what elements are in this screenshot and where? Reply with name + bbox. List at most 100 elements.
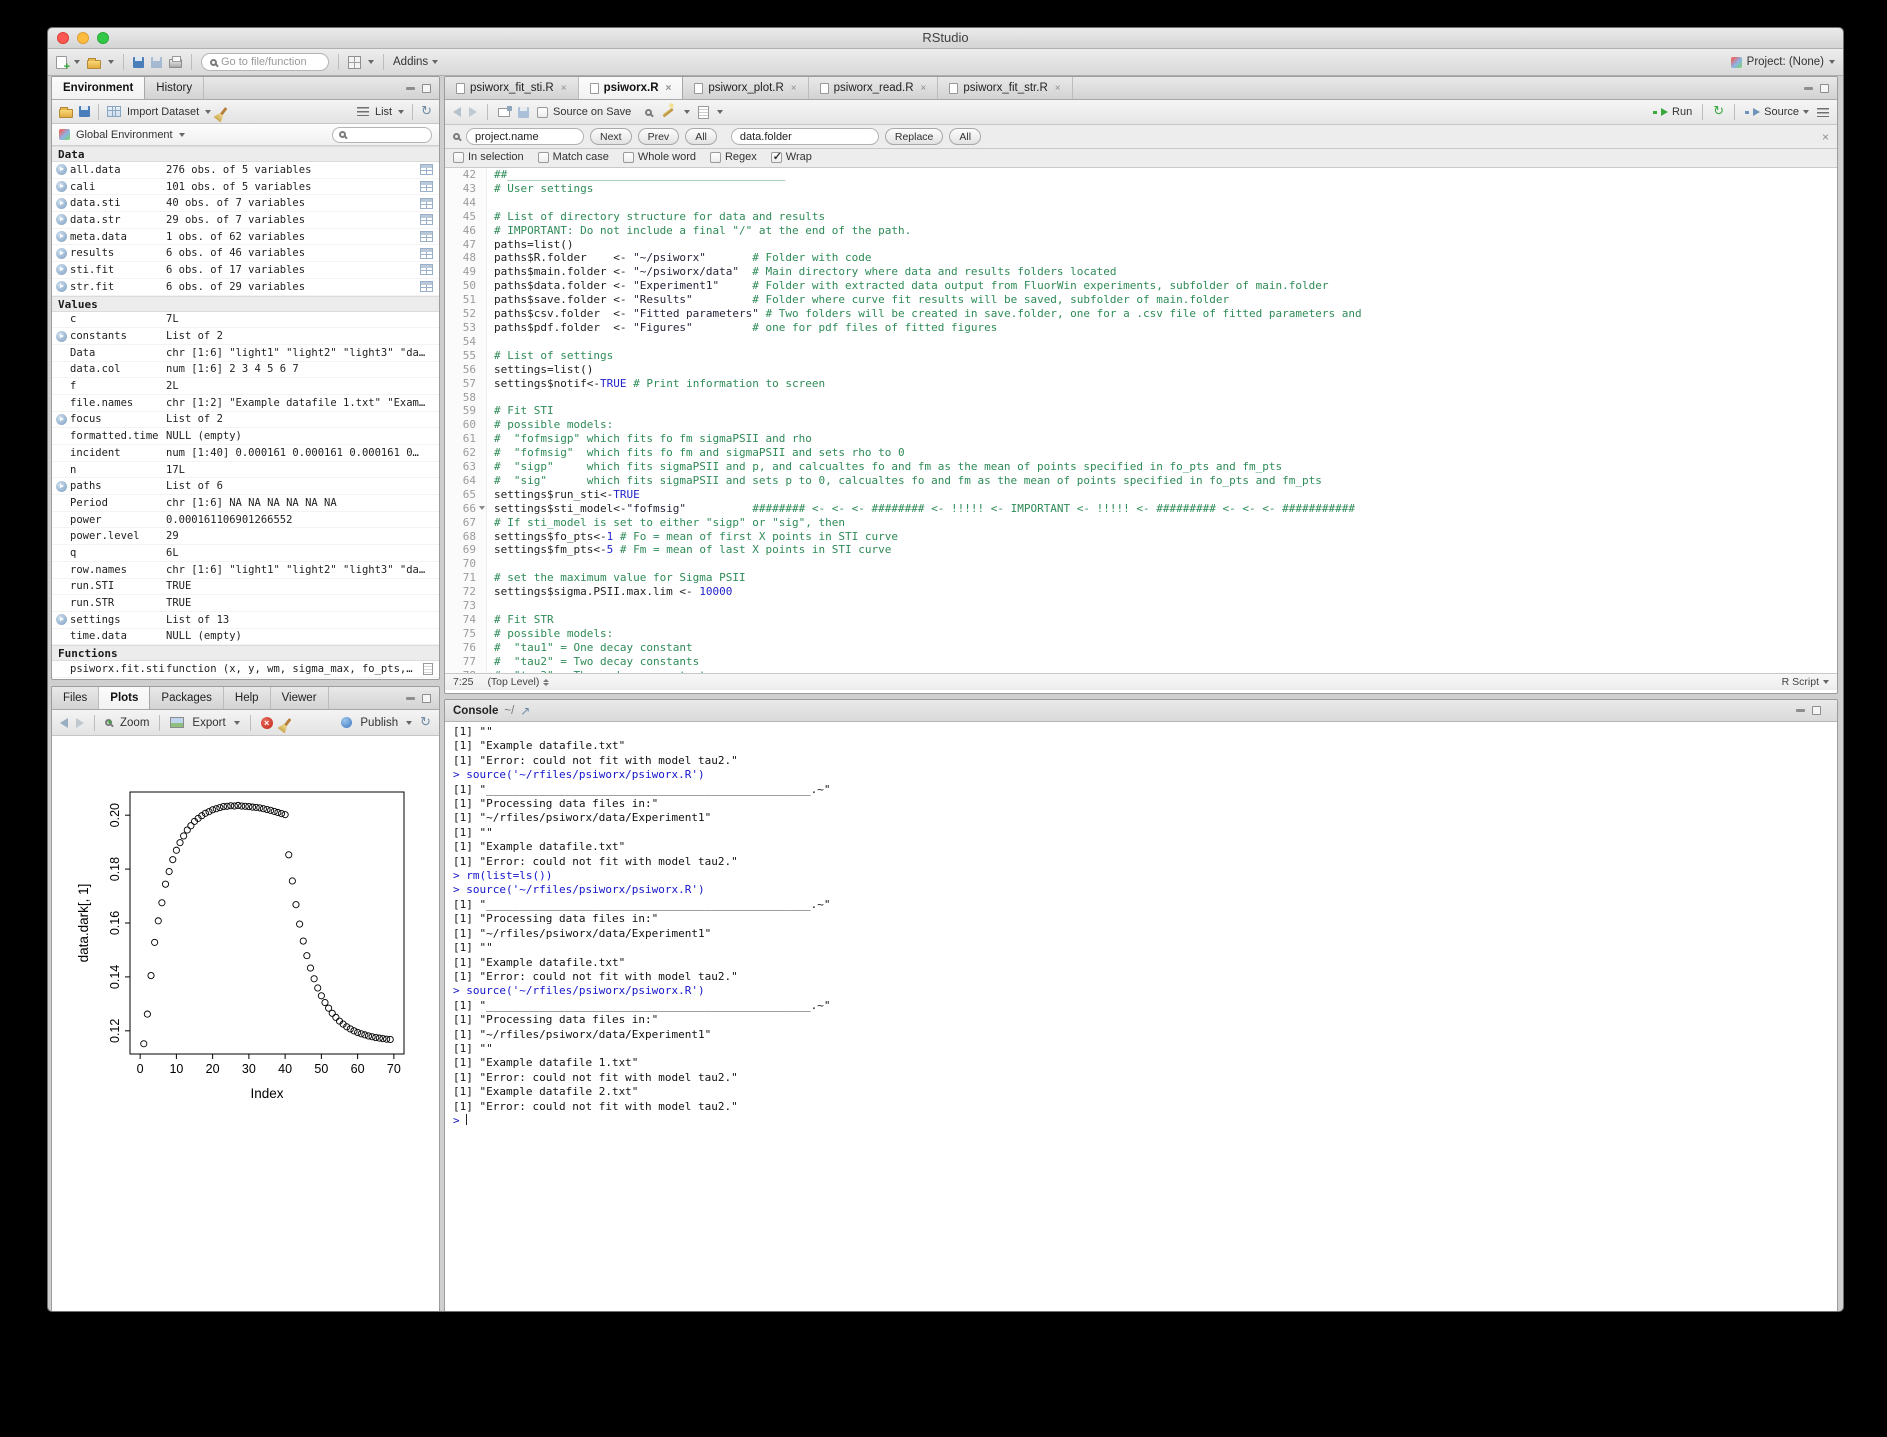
- minimize-window-button[interactable]: [77, 32, 89, 44]
- env-row-psiworx.fit.sti[interactable]: psiworx.fit.stifunction (x, y, wm, sigma…: [52, 661, 439, 678]
- editor-tab-psiworx_read-R[interactable]: psiworx_read.R×: [809, 77, 939, 99]
- minimize-pane-icon[interactable]: [1804, 87, 1813, 90]
- env-row-all.data[interactable]: all.data276 obs. of 5 variables: [52, 162, 439, 179]
- save-workspace-icon[interactable]: [79, 106, 90, 117]
- checkbox-icon[interactable]: [453, 152, 464, 163]
- env-row-data.col[interactable]: data.colnum [1:6] 2 3 4 5 6 7: [52, 362, 439, 379]
- expand-object-icon[interactable]: [56, 214, 67, 225]
- title-bar[interactable]: RStudio: [48, 28, 1843, 49]
- env-row-Data[interactable]: Datachr [1:6] "light1" "light2" "light3"…: [52, 345, 439, 362]
- editor-tab-psiworx-R[interactable]: psiworx.R×: [579, 77, 684, 99]
- env-row-power.level[interactable]: power.level29: [52, 528, 439, 545]
- env-row-constants[interactable]: constantsList of 2: [52, 328, 439, 345]
- code-tools-caret-icon[interactable]: [684, 110, 690, 114]
- checkbox-icon[interactable]: [623, 152, 634, 163]
- zoom-plot-label[interactable]: Zoom: [120, 717, 149, 729]
- code-tools-icon[interactable]: [663, 107, 674, 117]
- editor-tab-psiworx_fit_str-R[interactable]: psiworx_fit_str.R×: [938, 77, 1072, 99]
- editor-tab-psiworx_fit_sti-R[interactable]: psiworx_fit_sti.R×: [445, 77, 579, 99]
- list-view-icon[interactable]: [357, 107, 369, 116]
- export-plot-icon[interactable]: [170, 717, 184, 728]
- save-document-icon[interactable]: [518, 107, 529, 118]
- env-row-data.sti[interactable]: data.sti40 obs. of 7 variables: [52, 195, 439, 212]
- view-data-grid-icon[interactable]: [420, 198, 433, 209]
- expand-object-icon[interactable]: [56, 231, 67, 242]
- close-tab-icon[interactable]: ×: [561, 83, 567, 94]
- expand-object-icon[interactable]: [56, 181, 67, 192]
- view-data-grid-icon[interactable]: [420, 248, 433, 259]
- close-tab-icon[interactable]: ×: [666, 83, 672, 94]
- env-row-time.data[interactable]: time.dataNULL (empty): [52, 629, 439, 646]
- zoom-plot-icon[interactable]: [105, 719, 112, 726]
- open-in-new-window-icon[interactable]: [498, 108, 510, 117]
- find-prev-button[interactable]: Prev: [638, 128, 680, 145]
- expand-object-icon[interactable]: [56, 248, 67, 259]
- list-view-label[interactable]: List: [375, 106, 392, 118]
- env-row-run.STI[interactable]: run.STITRUE: [52, 579, 439, 596]
- close-tab-icon[interactable]: ×: [921, 83, 927, 94]
- find-option-whole-word[interactable]: Whole word: [623, 151, 696, 163]
- view-data-grid-icon[interactable]: [420, 281, 433, 292]
- export-plot-caret-icon[interactable]: [234, 721, 240, 725]
- find-option-regex[interactable]: Regex: [710, 151, 757, 163]
- tab-history[interactable]: History: [145, 77, 204, 99]
- environment-search-input[interactable]: [332, 127, 432, 143]
- expand-object-icon[interactable]: [56, 281, 67, 292]
- list-view-caret-icon[interactable]: [398, 110, 404, 114]
- env-row-c[interactable]: c7L: [52, 312, 439, 329]
- maximize-pane-icon[interactable]: [422, 84, 431, 93]
- import-dataset-caret-icon[interactable]: [205, 110, 211, 114]
- publish-plot-icon[interactable]: [341, 717, 352, 728]
- expand-object-icon[interactable]: [56, 331, 67, 342]
- rerun-previous-icon[interactable]: ↻: [1713, 107, 1724, 117]
- env-row-data.str[interactable]: data.str29 obs. of 7 variables: [52, 212, 439, 229]
- find-option-match-case[interactable]: Match case: [538, 151, 609, 163]
- close-tab-icon[interactable]: ×: [791, 83, 797, 94]
- view-data-grid-icon[interactable]: [420, 181, 433, 192]
- find-replace-icon[interactable]: [645, 109, 652, 116]
- env-row-formatted.time[interactable]: formatted.timeNULL (empty): [52, 428, 439, 445]
- env-row-Period[interactable]: Periodchr [1:6] NA NA NA NA NA NA: [52, 495, 439, 512]
- fold-marker-icon[interactable]: [479, 506, 485, 510]
- env-row-power[interactable]: power0.000161106901266552: [52, 512, 439, 529]
- editor-tab-psiworx_plot-R[interactable]: psiworx_plot.R×: [683, 77, 808, 99]
- find-input[interactable]: [466, 128, 584, 145]
- clear-all-plots-icon[interactable]: [283, 718, 291, 727]
- code-editor[interactable]: 42##____________________________________…: [445, 168, 1837, 673]
- env-row-focus[interactable]: focusList of 2: [52, 412, 439, 429]
- previous-plot-icon[interactable]: [60, 718, 68, 728]
- tab-viewer[interactable]: Viewer: [271, 687, 329, 709]
- expand-object-icon[interactable]: [56, 414, 67, 425]
- env-row-paths[interactable]: pathsList of 6: [52, 478, 439, 495]
- addins-menu[interactable]: Addins: [393, 56, 438, 68]
- tab-plots[interactable]: Plots: [99, 687, 150, 709]
- env-row-settings[interactable]: settingsList of 13: [52, 612, 439, 629]
- env-row-run.STR[interactable]: run.STRTRUE: [52, 595, 439, 612]
- tab-packages[interactable]: Packages: [150, 687, 224, 709]
- next-plot-icon[interactable]: [76, 718, 84, 728]
- environment-scope-caret-icon[interactable]: [179, 133, 185, 137]
- zoom-window-button[interactable]: [97, 32, 109, 44]
- print-icon[interactable]: [169, 59, 182, 68]
- save-all-icon[interactable]: [151, 57, 162, 68]
- env-row-f[interactable]: f2L: [52, 378, 439, 395]
- tab-files[interactable]: Files: [52, 687, 99, 709]
- env-row-sti.fit[interactable]: sti.fit6 obs. of 17 variables: [52, 262, 439, 279]
- document-outline-icon[interactable]: [1817, 108, 1829, 117]
- maximize-pane-icon[interactable]: [1820, 84, 1829, 93]
- expand-object-icon[interactable]: [56, 481, 67, 492]
- find-all-button[interactable]: All: [685, 128, 717, 145]
- find-option-in-selection[interactable]: In selection: [453, 151, 524, 163]
- checkbox-icon[interactable]: [538, 152, 549, 163]
- open-file-icon[interactable]: [87, 60, 101, 69]
- forward-icon[interactable]: [469, 107, 477, 117]
- project-menu[interactable]: Project: (None): [1731, 56, 1835, 68]
- checkbox-icon[interactable]: [710, 152, 721, 163]
- close-window-button[interactable]: [57, 32, 69, 44]
- goto-file-function-input[interactable]: Go to file/function: [201, 53, 329, 71]
- env-row-meta.data[interactable]: meta.data1 obs. of 62 variables: [52, 229, 439, 246]
- load-workspace-icon[interactable]: [59, 109, 73, 118]
- replace-input[interactable]: [731, 128, 879, 145]
- compile-report-icon[interactable]: [698, 106, 709, 119]
- pane-layout-caret-icon[interactable]: [368, 60, 374, 64]
